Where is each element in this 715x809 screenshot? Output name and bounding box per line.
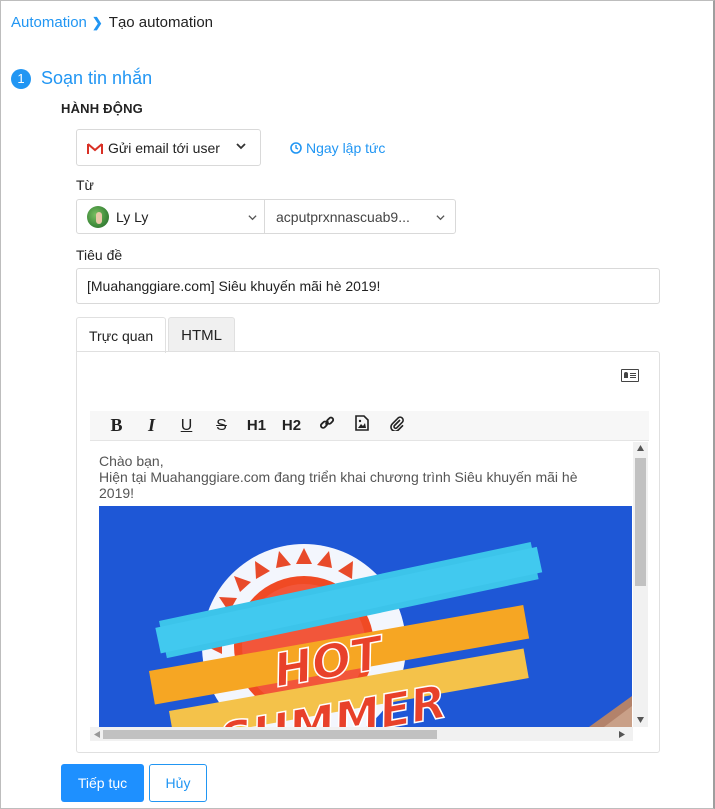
greeting-line: Chào bạn, <box>99 453 164 469</box>
image-icon[interactable] <box>344 415 379 436</box>
horizontal-scroll-thumb[interactable] <box>103 730 437 739</box>
vertical-scrollbar[interactable] <box>633 442 648 727</box>
bold-button[interactable]: B <box>99 415 134 436</box>
chevron-down-icon <box>236 143 246 150</box>
gmail-icon <box>87 142 103 154</box>
sender-name: Ly Ly <box>116 208 149 225</box>
link-icon[interactable] <box>309 415 344 436</box>
action-type-select[interactable]: Gửi email tới user <box>76 129 261 166</box>
scroll-down-icon[interactable] <box>637 717 644 723</box>
tab-visual[interactable]: Trực quan <box>76 317 167 353</box>
attachment-icon[interactable] <box>379 415 414 436</box>
continue-button[interactable]: Tiếp tục <box>61 764 144 802</box>
from-selector: Ly Ly acputprxnnascuab9... <box>76 199 456 234</box>
action-type-label: Gửi email tới user <box>108 139 220 156</box>
heading1-button[interactable]: H1 <box>239 417 274 434</box>
step-number-badge: 1 <box>11 68 31 89</box>
editor-panel: B I U S H1 H2 Chào bạn, Hiện tại Muahang… <box>76 351 660 753</box>
intro-line: Hiện tại Muahanggiare.com đang triển kha… <box>99 469 578 501</box>
chevron-down-icon <box>436 215 445 221</box>
breadcrumb: Automation ❯ Tạo automation <box>11 14 213 31</box>
contact-card-icon[interactable] <box>621 369 639 382</box>
vertical-scroll-thumb[interactable] <box>635 458 646 586</box>
underline-button[interactable]: U <box>169 417 204 435</box>
subject-label: Tiêu đề <box>76 247 123 263</box>
formatting-toolbar: B I U S H1 H2 <box>90 411 649 441</box>
editor-tabs: Trực quan HTML <box>76 317 235 353</box>
avatar <box>87 205 109 228</box>
sender-email-select[interactable]: acputprxnnascuab9... <box>265 200 455 233</box>
chevron-right-icon: ❯ <box>91 14 103 30</box>
clock-icon <box>290 142 302 154</box>
breadcrumb-automation-link[interactable]: Automation <box>11 14 87 31</box>
sender-select[interactable]: Ly Ly <box>77 200 265 233</box>
summer-banner-image: HOT SUMMER <box>99 506 632 727</box>
tab-html[interactable]: HTML <box>168 317 235 352</box>
scroll-left-icon[interactable] <box>94 731 100 738</box>
step-header: 1 Soạn tin nhắn <box>11 68 152 89</box>
scroll-right-icon[interactable] <box>619 731 625 738</box>
strikethrough-button[interactable]: S <box>204 417 239 435</box>
from-label: Từ <box>76 177 94 193</box>
italic-button[interactable]: I <box>134 415 169 436</box>
chevron-down-icon <box>248 215 257 221</box>
action-section-title: HÀNH ĐỘNG <box>61 101 143 116</box>
timing-label: Ngay lập tức <box>306 140 386 156</box>
editor-content[interactable]: Chào bạn, Hiện tại Muahanggiare.com đang… <box>90 442 649 742</box>
cancel-button[interactable]: Hủy <box>149 764 207 802</box>
email-body-text: Chào bạn, Hiện tại Muahanggiare.com đang… <box>99 453 614 501</box>
step-title: Soạn tin nhắn <box>41 68 153 88</box>
sender-email: acputprxnnascuab9... <box>276 208 410 225</box>
heading2-button[interactable]: H2 <box>274 417 309 434</box>
horizontal-scrollbar[interactable] <box>90 727 633 741</box>
breadcrumb-current: Tạo automation <box>108 14 214 31</box>
scroll-up-icon[interactable] <box>637 445 644 451</box>
subject-input[interactable] <box>76 268 660 304</box>
timing-link[interactable]: Ngay lập tức <box>290 140 385 156</box>
